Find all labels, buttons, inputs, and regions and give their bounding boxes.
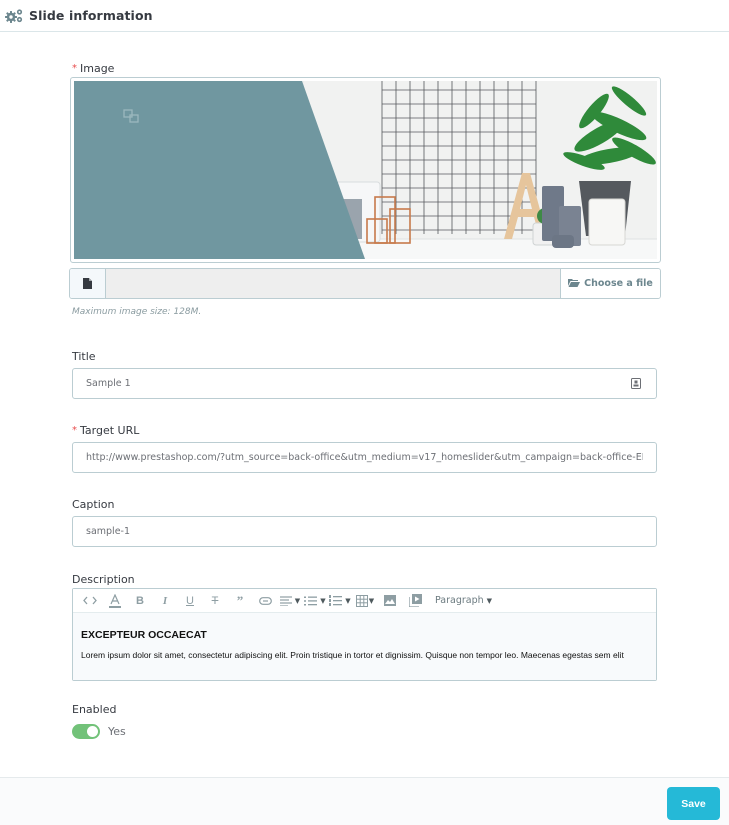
image-preview [70, 77, 661, 263]
bold-icon[interactable]: B [129, 591, 151, 611]
enabled-toggle[interactable] [72, 724, 100, 739]
caption-label: Caption [72, 498, 115, 511]
strikethrough-icon[interactable]: T [204, 591, 226, 611]
choose-file-label: Choose a file [584, 278, 653, 289]
gears-icon [5, 8, 25, 24]
italic-icon[interactable]: I [154, 591, 176, 611]
slide-image [74, 81, 657, 259]
image-label: * Image [72, 62, 114, 75]
description-editor[interactable]: B I U T ” ▼ ▼ ▼ ▼ Paragraph ▼ EXCEPTEUR O… [72, 588, 657, 681]
target-url-label-text: Target URL [80, 424, 140, 437]
file-upload: Choose a file [69, 268, 661, 299]
caption-value: sample-1 [86, 526, 131, 537]
chevron-down-icon: ▼ [486, 596, 493, 605]
file-icon [70, 269, 106, 298]
target-url-input[interactable]: http://www.prestashop.com/?utm_source=ba… [72, 442, 657, 473]
folder-open-icon [568, 278, 581, 290]
chevron-down-icon: ▼ [368, 596, 375, 605]
image-help-text: Maximum image size: 128M. [72, 307, 202, 317]
file-name-field[interactable] [106, 269, 560, 298]
editor-content[interactable]: EXCEPTEUR OCCAECAT Lorem ipsum dolor sit… [73, 613, 656, 680]
numbered-list-dropdown[interactable]: ▼ [329, 591, 351, 611]
save-button[interactable]: Save [667, 787, 720, 820]
content-body: Lorem ipsum dolor sit amet, consectetur … [81, 650, 624, 660]
description-label: Description [72, 573, 135, 586]
align-dropdown[interactable]: ▼ [279, 591, 301, 611]
panel-header: Slide information [0, 0, 729, 32]
title-input[interactable]: Sample 1 [72, 368, 657, 399]
panel-title: Slide information [29, 8, 153, 23]
image-icon[interactable] [379, 591, 401, 611]
chevron-down-icon: ▼ [294, 596, 301, 605]
enabled-switch-row: Yes [72, 724, 126, 739]
choose-file-button[interactable]: Choose a file [560, 269, 660, 298]
table-dropdown[interactable]: ▼ [354, 591, 376, 611]
enabled-label: Enabled [72, 703, 117, 716]
link-icon[interactable] [254, 591, 276, 611]
bullet-list-dropdown[interactable]: ▼ [304, 591, 326, 611]
required-marker: * [72, 63, 77, 74]
image-label-text: Image [80, 62, 115, 75]
text-color-icon[interactable] [104, 591, 126, 611]
paragraph-format-dropdown[interactable]: Paragraph ▼ [435, 591, 492, 611]
target-url-label: * Target URL [72, 424, 139, 437]
title-label: Title [72, 350, 96, 363]
paragraph-format-value: Paragraph [435, 595, 484, 606]
media-icon[interactable] [404, 591, 426, 611]
blockquote-icon[interactable]: ” [229, 591, 251, 611]
required-marker: * [72, 425, 77, 436]
panel-footer: Save [0, 777, 729, 825]
title-value: Sample 1 [86, 378, 131, 389]
translation-icon[interactable] [629, 378, 643, 389]
caption-input[interactable]: sample-1 [72, 516, 657, 547]
underline-icon[interactable]: U [179, 591, 201, 611]
enabled-state-label: Yes [108, 725, 126, 738]
target-url-value: http://www.prestashop.com/?utm_source=ba… [86, 452, 643, 463]
chevron-down-icon: ▼ [320, 596, 326, 605]
code-icon[interactable] [79, 591, 101, 611]
toggle-knob [87, 726, 98, 737]
editor-toolbar: B I U T ” ▼ ▼ ▼ ▼ Paragraph ▼ [73, 589, 656, 613]
content-heading: EXCEPTEUR OCCAECAT [81, 629, 207, 641]
chevron-down-icon: ▼ [345, 596, 351, 605]
